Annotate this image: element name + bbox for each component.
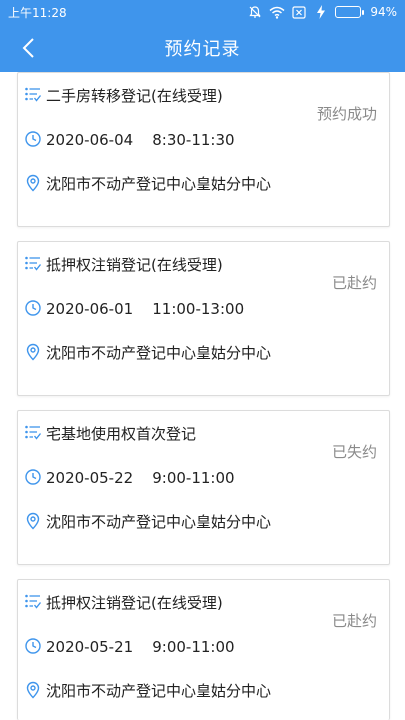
record-location: 沈阳市不动产登记中心皇姑分中心 [46, 682, 272, 700]
record-title: 二手房转移登记(在线受理) [46, 87, 223, 105]
record-datetime: 2020-06-01 11:00-13:00 [46, 300, 245, 318]
record-location: 沈阳市不动产登记中心皇姑分中心 [46, 175, 272, 193]
status-icons: 94% [247, 5, 397, 19]
record-location-row: 沈阳市不动产登记中心皇姑分中心 [24, 173, 271, 195]
bell-muted-icon [247, 5, 263, 19]
checklist-icon [25, 87, 42, 102]
record-location-row: 沈阳市不动产登记中心皇姑分中心 [24, 342, 271, 364]
status-time: 上午11:28 [8, 5, 67, 20]
record-time-row: 2020-05-22 9:00-11:00 [24, 467, 235, 489]
record-title-row: 二手房转移登记(在线受理) [24, 85, 223, 107]
charging-icon [313, 5, 329, 19]
record-datetime: 2020-05-22 9:00-11:00 [46, 469, 235, 487]
back-button[interactable] [10, 24, 46, 72]
record-card[interactable]: 抵押权注销登记(在线受理) 2020-05-21 9:00-11:00 沈阳市不… [17, 579, 390, 720]
record-status: 已失约 [331, 443, 377, 461]
record-status: 已赴约 [331, 612, 377, 630]
location-pin-icon [26, 343, 40, 361]
record-location: 沈阳市不动产登记中心皇姑分中心 [46, 344, 272, 362]
record-title-row: 宅基地使用权首次登记 [24, 423, 196, 445]
checklist-icon [25, 425, 42, 440]
location-pin-icon [26, 174, 40, 192]
battery-percent: 94% [370, 5, 397, 19]
record-title: 宅基地使用权首次登记 [46, 425, 197, 443]
checklist-icon [25, 594, 42, 609]
clock-icon [25, 300, 41, 316]
location-pin-icon [26, 681, 40, 699]
record-card[interactable]: 二手房转移登记(在线受理) 2020-06-04 8:30-11:30 沈阳市不… [17, 72, 390, 227]
location-pin-icon [26, 512, 40, 530]
record-title: 抵押权注销登记(在线受理) [46, 594, 223, 612]
record-time-row: 2020-06-01 11:00-13:00 [24, 298, 244, 320]
battery-icon [335, 6, 365, 18]
record-location-row: 沈阳市不动产登记中心皇姑分中心 [24, 680, 271, 702]
sim-off-icon [291, 5, 307, 19]
app-bar: 预约记录 [0, 24, 405, 72]
record-status: 预约成功 [316, 105, 377, 123]
record-time-row: 2020-06-04 8:30-11:30 [24, 129, 235, 151]
record-title: 抵押权注销登记(在线受理) [46, 256, 223, 274]
record-time-row: 2020-05-21 9:00-11:00 [24, 636, 235, 658]
wifi-icon [269, 5, 285, 19]
clock-icon [25, 469, 41, 485]
page-title: 预约记录 [164, 39, 241, 60]
record-location: 沈阳市不动产登记中心皇姑分中心 [46, 513, 272, 531]
record-status: 已赴约 [331, 274, 377, 292]
record-datetime: 2020-05-21 9:00-11:00 [46, 638, 235, 656]
record-datetime: 2020-06-04 8:30-11:30 [46, 131, 235, 149]
clock-icon [25, 131, 41, 147]
record-card[interactable]: 宅基地使用权首次登记 2020-05-22 9:00-11:00 沈阳市不动产登… [17, 410, 390, 565]
checklist-icon [25, 256, 42, 271]
record-card[interactable]: 抵押权注销登记(在线受理) 2020-06-01 11:00-13:00 沈阳市… [17, 241, 390, 396]
chevron-left-icon [22, 38, 34, 58]
record-title-row: 抵押权注销登记(在线受理) [24, 592, 223, 614]
record-title-row: 抵押权注销登记(在线受理) [24, 254, 223, 276]
clock-icon [25, 638, 41, 654]
record-location-row: 沈阳市不动产登记中心皇姑分中心 [24, 511, 271, 533]
status-bar: 上午11:28 94% [0, 0, 405, 24]
